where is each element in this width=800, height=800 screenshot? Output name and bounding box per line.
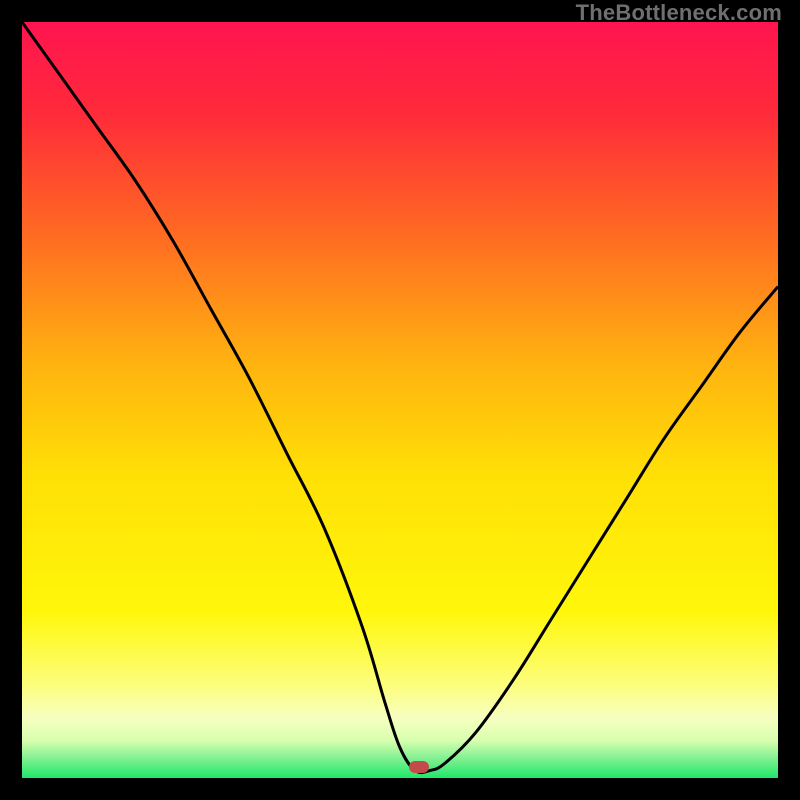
plot-area xyxy=(22,22,778,778)
outer-frame: TheBottleneck.com xyxy=(0,0,800,800)
optimal-marker-icon xyxy=(409,761,429,773)
bottleneck-curve xyxy=(22,22,778,778)
